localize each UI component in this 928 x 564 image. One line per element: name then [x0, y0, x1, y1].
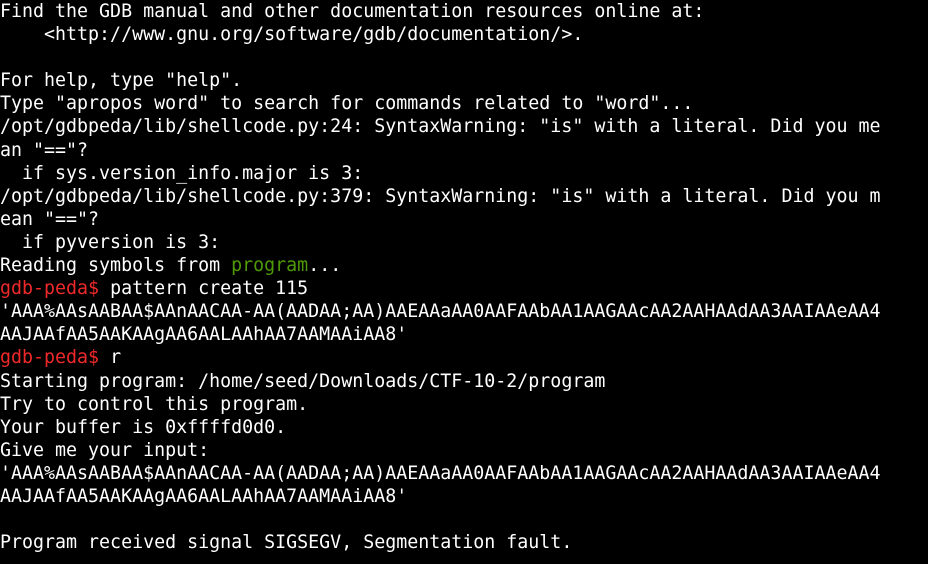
terminal-line: For help, type "help".: [0, 70, 243, 92]
terminal-line: /opt/gdbpeda/lib/shellcode.py:24: Syntax…: [0, 116, 881, 138]
terminal-line: Your buffer is 0xffffd0d0.: [0, 416, 287, 438]
terminal-line: <http://www.gnu.org/software/gdb/documen…: [0, 24, 584, 46]
program-name-highlight: program: [231, 255, 309, 277]
terminal-line: Give me your input:: [0, 439, 210, 461]
terminal-line: Type "apropos word" to search for comman…: [0, 93, 694, 115]
command-text: pattern create 115: [99, 278, 309, 300]
terminal-line: AAJAAfAA5AAKAAgAA6AALAAhAA7AAMAAiAA8': [0, 324, 408, 346]
prompt-line: gdb-peda$ r: [0, 346, 928, 369]
terminal-line: 'AAA%AAsAABAA$AAnAACAA-AA(AADAA;AA)AAEAA…: [0, 462, 881, 484]
terminal-line: ean "=="?: [0, 208, 100, 230]
terminal-line: /opt/gdbpeda/lib/shellcode.py:379: Synta…: [0, 185, 881, 207]
terminal-line: Try to control this program.: [0, 393, 309, 415]
terminal-line: Starting program: /home/seed/Downloads/C…: [0, 370, 606, 392]
prompt-line: gdb-peda$ pattern create 115: [0, 277, 928, 300]
reading-symbols-prefix: Reading symbols from: [0, 255, 232, 277]
terminal-window[interactable]: Find the GDB manual and other documentat…: [0, 0, 928, 564]
gdb-prompt: gdb-peda$: [0, 278, 100, 300]
terminal-line: Program received signal SIGSEGV, Segment…: [0, 532, 573, 554]
terminal-line: AAJAAfAA5AAKAAgAA6AALAAhAA7AAMAAiAA8': [0, 485, 408, 507]
terminal-line: if pyversion is 3:: [0, 231, 221, 253]
reading-symbols-suffix: ...: [308, 255, 342, 277]
terminal-line: Reading symbols from program...: [0, 254, 928, 277]
terminal-line: if sys.version_info.major is 3:: [0, 162, 364, 184]
terminal-line: an "=="?: [0, 139, 89, 161]
terminal-line: Find the GDB manual and other documentat…: [0, 1, 705, 22]
command-text: r: [99, 347, 122, 369]
gdb-prompt: gdb-peda$: [0, 347, 100, 369]
terminal-line: 'AAA%AAsAABAA$AAnAACAA-AA(AADAA;AA)AAEAA…: [0, 301, 881, 323]
